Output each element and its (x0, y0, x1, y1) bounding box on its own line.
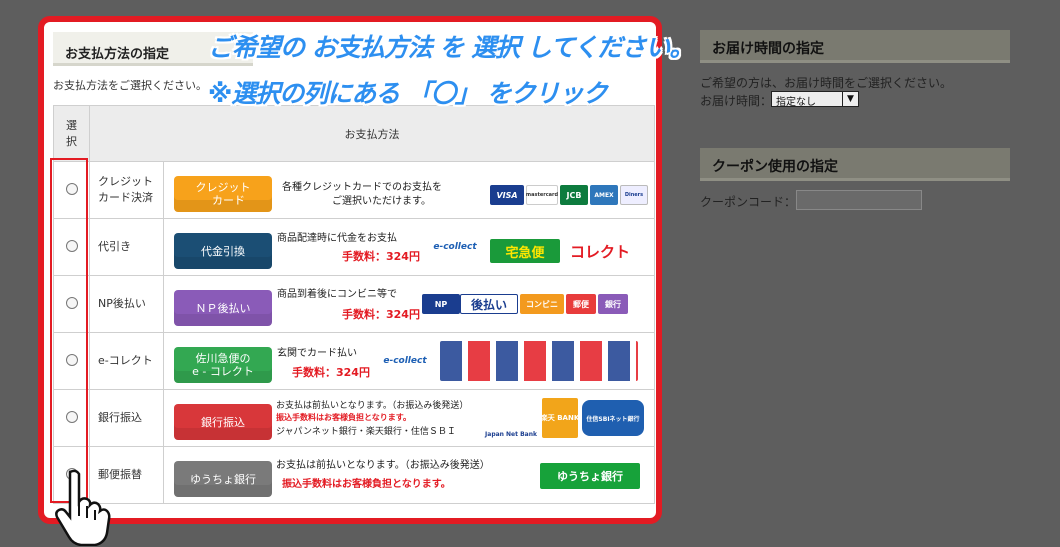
hand-cursor-icon (55, 469, 111, 546)
col-method: お支払方法 (89, 105, 655, 162)
method-name: NP後払い (89, 275, 164, 333)
bank-logo: 銀行 (598, 294, 628, 314)
payment-row-ecollect: e-コレクト 佐川急便の e - コレクト 玄関でカード払い 手数料：324円 … (53, 332, 655, 390)
yucho-logo: ゆうちょ銀行 (540, 463, 640, 489)
ecollect-button[interactable]: 佐川急便の e - コレクト (174, 347, 272, 383)
method-desc: お支払は前払いとなります。（お振込み後発送） (276, 460, 490, 471)
payment-table: 選 択 お支払方法 クレジットカード決済 クレジット カード 各種クレジットカー… (53, 105, 655, 504)
instruction-line-1: ご希望の お支払方法 を 選択 してください。 (208, 33, 694, 62)
instruction-line-2: ※選択の列にある 「〇」 をクリック (208, 79, 608, 108)
ecollect-logo: e-collect (426, 231, 484, 263)
method-desc: 商品配達時に代金をお支払 (277, 233, 397, 244)
np-logo: NP (422, 294, 460, 314)
diners-logo: Diners (620, 185, 648, 205)
payment-row-postal: 郵便振替 ゆうちょ銀行 お支払は前払いとなります。（お振込み後発送） 振込手数料… (53, 446, 655, 504)
method-desc: 各種クレジットカードでのお支払を ご選択いただけます。 (282, 182, 442, 207)
post-logo: 郵便 (566, 294, 596, 314)
method-fee: 手数料：324円 (342, 308, 420, 321)
method-fee: 手数料：324円 (342, 250, 420, 263)
payment-row-credit: クレジットカード決済 クレジット カード 各種クレジットカードでのお支払を ご選… (53, 161, 655, 219)
mastercard-logo: mastercard (526, 185, 558, 205)
coupon-label: クーポンコード： (700, 195, 797, 209)
col-select: 選 択 (53, 105, 90, 162)
delivery-heading: お届け時間の指定 (700, 30, 1010, 63)
coupon-heading: クーポン使用の指定 (700, 148, 1010, 181)
bank-transfer-button[interactable]: 銀行振込 (174, 404, 272, 440)
payment-row-bank: 銀行振込 銀行振込 お支払は前払いとなります。（お振込み後発送） 振込手数料はお… (53, 389, 655, 447)
cod-button[interactable]: 代金引換 (174, 233, 272, 269)
method-desc: 玄関でカード払い (277, 348, 357, 359)
method-name: クレジットカード決済 (89, 161, 164, 219)
payment-row-cod: 代引き 代金引換 商品配達時に代金をお支払 手数料：324円 e-collect… (53, 218, 655, 276)
method-desc: 商品到着後にコンビニ等で (277, 289, 397, 300)
method-fee: 手数料：324円 (292, 366, 370, 379)
collect-logo: コレクト (562, 239, 638, 263)
method-fee: 振込手数料はお客様負担となります。 (282, 479, 451, 490)
method-desc: お支払は前払いとなります。（お振込み後発送） (276, 401, 469, 411)
delivery-note: ご希望の方は、お届け時間をご選択ください。 (700, 76, 953, 90)
sbi-bank-logo: 住信SBIネット銀行 (582, 400, 644, 436)
takkyubin-logo: 宅急便 (490, 239, 560, 263)
convenience-logo: コンビニ (520, 294, 564, 314)
japan-net-bank-logo: Japan Net Bank (485, 398, 537, 438)
rakuten-bank-logo: 楽天 BANK (541, 398, 579, 438)
card-brand-grid-icon (440, 341, 638, 381)
method-name: 銀行振込 (89, 389, 164, 447)
payment-subtitle: お支払方法をご選択ください。 (53, 79, 207, 92)
amex-logo: AMEX (590, 185, 618, 205)
chevron-down-icon: ▼ (842, 92, 858, 106)
credit-card-button[interactable]: クレジット カード (174, 176, 272, 212)
coupon-code-input[interactable] (796, 190, 922, 210)
visa-logo: VISA (490, 185, 524, 205)
method-name: e-コレクト (89, 332, 164, 390)
np-button[interactable]: ＮＰ後払い (174, 290, 272, 326)
atobarai-logo: 後払い (460, 294, 518, 314)
yucho-button[interactable]: ゆうちょ銀行 (174, 461, 272, 497)
delivery-time-select[interactable]: 指定なし ▼ (771, 91, 859, 108)
jcb-logo: JCB (560, 185, 588, 205)
payment-row-np: NP後払い ＮＰ後払い 商品到着後にコンビニ等で 手数料：324円 NP 後払い… (53, 275, 655, 333)
ecollect-logo: e-collect (376, 343, 434, 379)
method-fee: 振込手数料はお客様負担となります。 (276, 413, 411, 422)
bank-list: ジャパンネット銀行・楽天銀行・住信ＳＢＩ (276, 427, 456, 437)
select-column-highlight (50, 158, 88, 503)
delivery-label: お届け時間： (700, 94, 773, 108)
method-name: 代引き (89, 218, 164, 276)
delivery-selected: 指定なし (776, 97, 816, 108)
